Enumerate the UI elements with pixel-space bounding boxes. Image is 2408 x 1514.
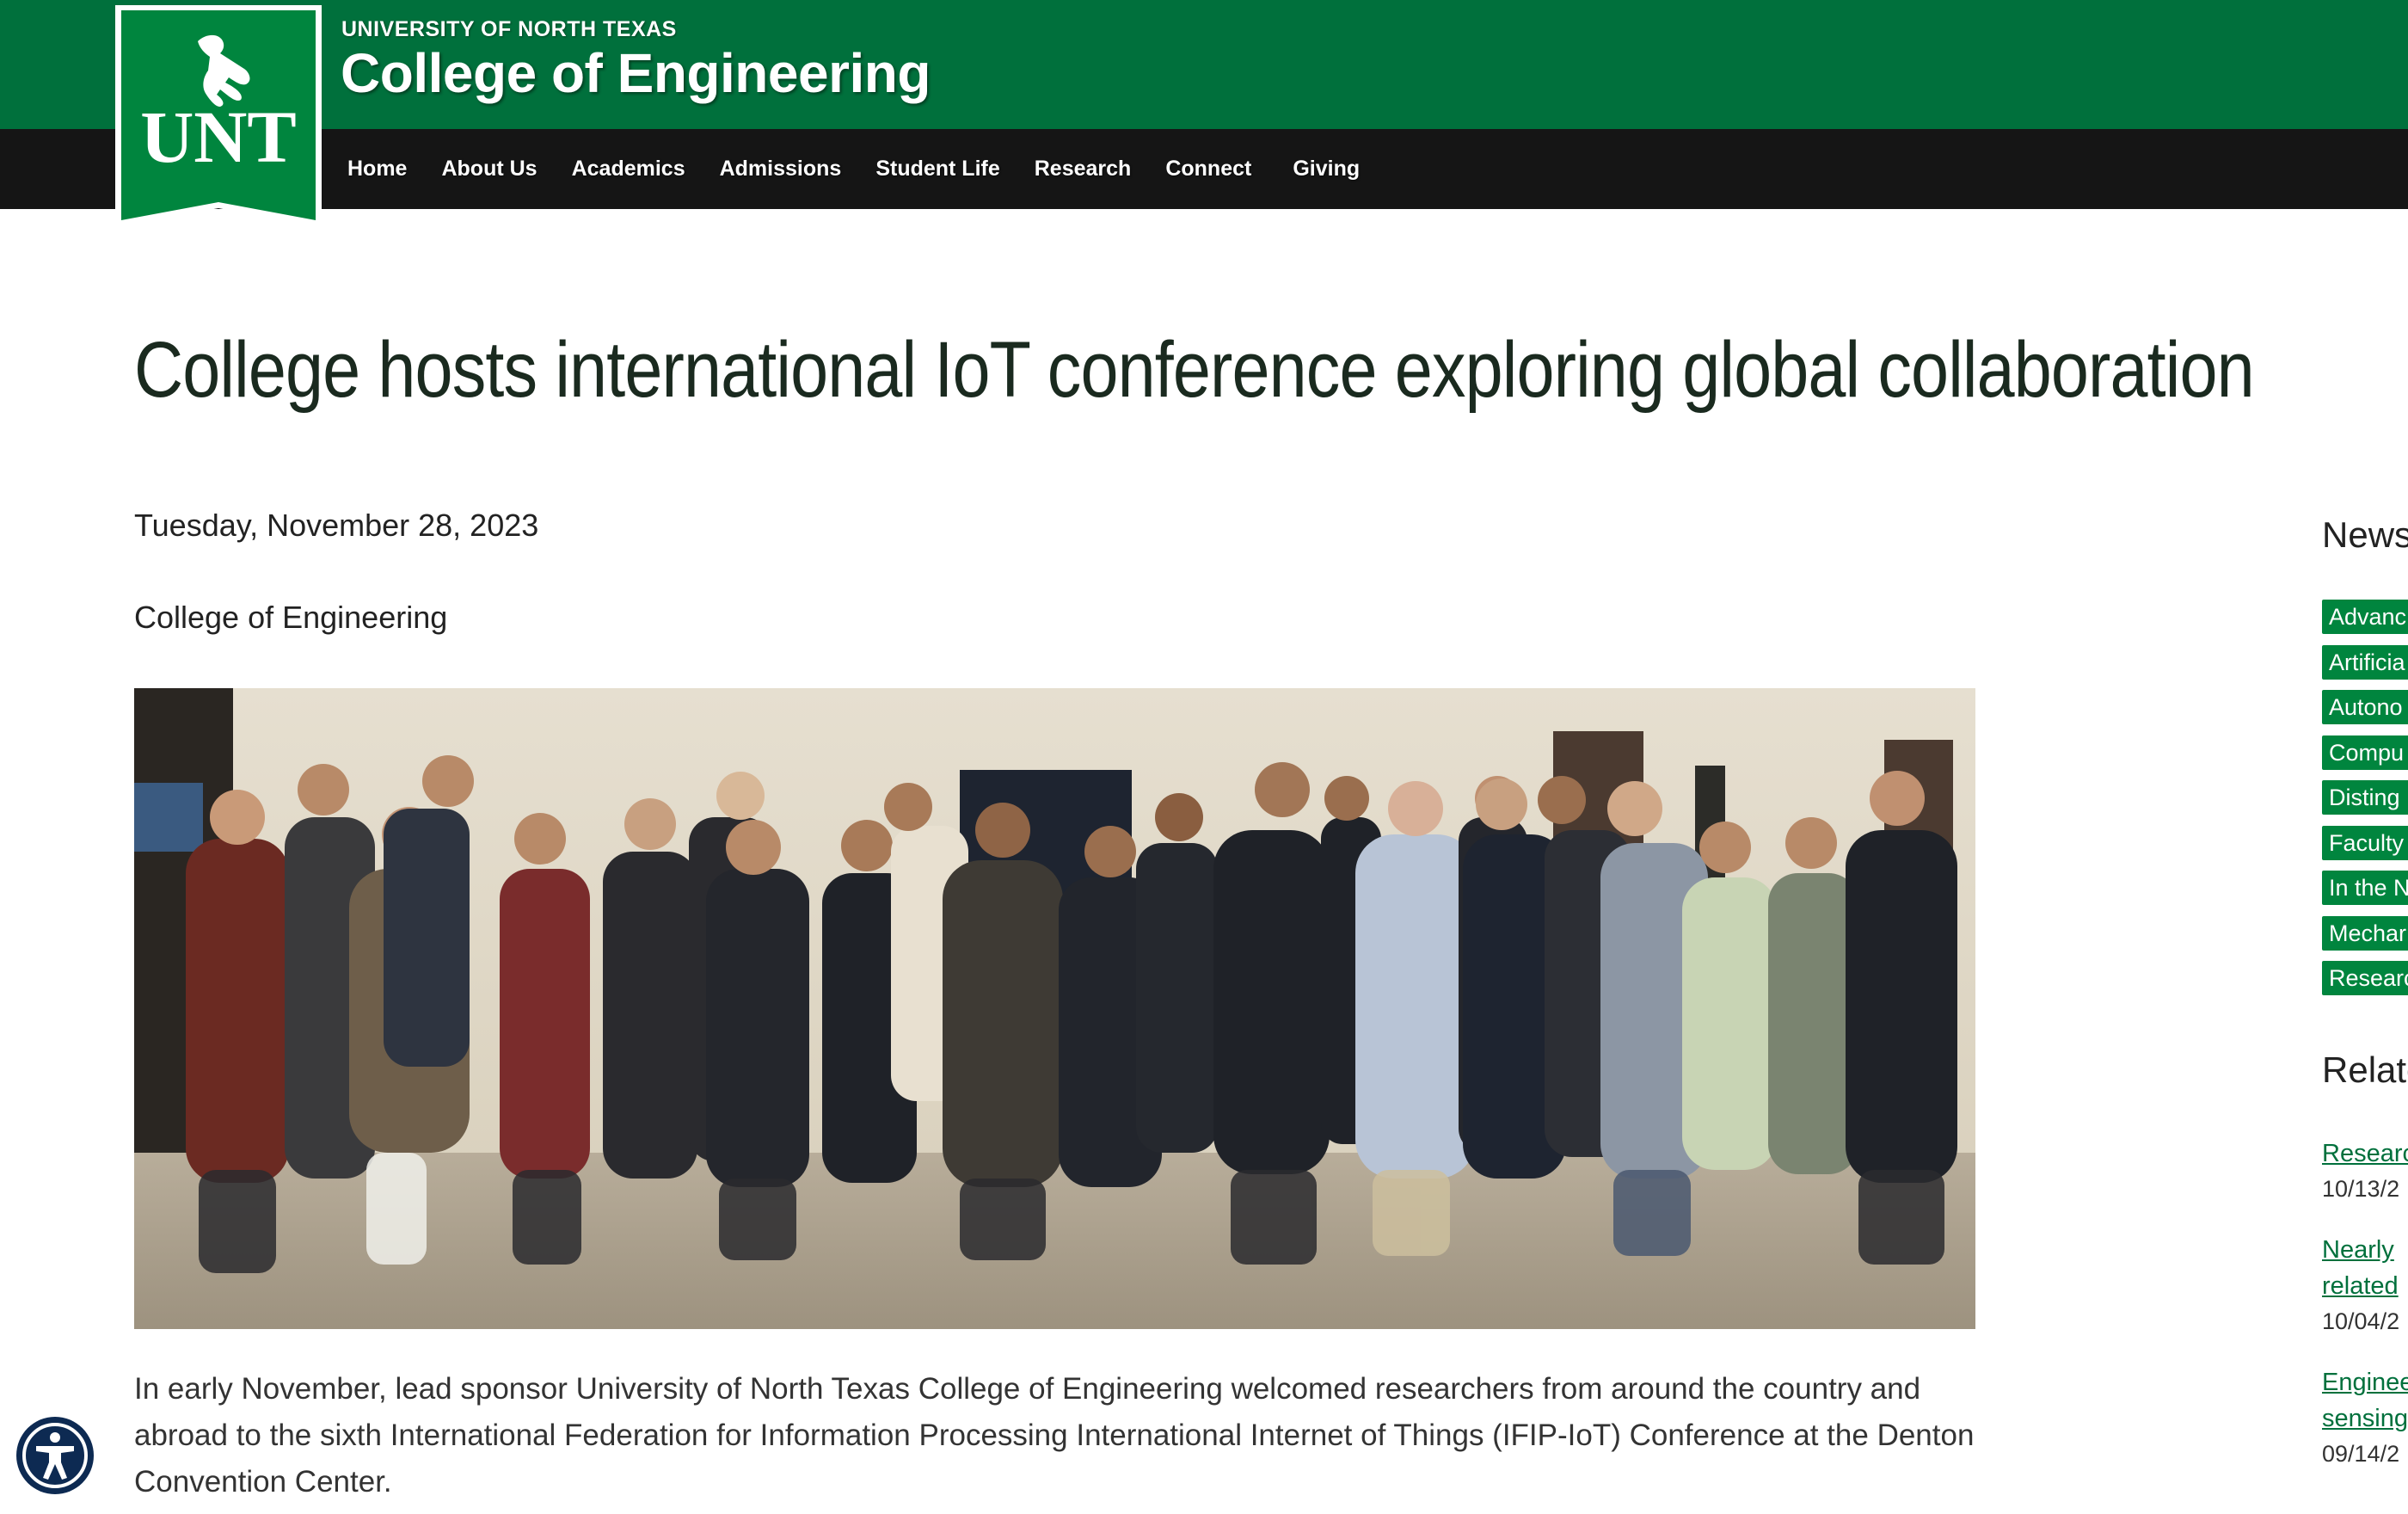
news-tag[interactable]: Faculty [2322,825,2408,860]
related-date: 10/13/2 [2322,1176,2400,1202]
related-date: 10/04/2 [2322,1308,2400,1334]
news-tag[interactable]: In the N [2322,871,2408,905]
sidebar-news-heading: News [2322,514,2408,555]
unt-logo[interactable]: UNT [115,5,322,239]
article-body: In early November, lead sponsor Universi… [134,1372,1975,1499]
news-tag[interactable]: Advanc [2322,600,2408,634]
sidebar-related-heading: Relate [2322,1049,2408,1090]
news-tag[interactable]: Mechar [2322,915,2408,951]
related-item: Researc 10/13/2 [2322,1136,2408,1206]
news-tag[interactable]: Disting [2322,780,2408,815]
related-link[interactable]: sensing [2322,1400,2408,1437]
main-nav: Home About Us Academics Admissions Stude… [330,129,1377,209]
university-name: UNIVERSITY OF NORTH TEXAS [341,17,677,41]
accessibility-icon [14,1414,96,1497]
college-name[interactable]: College of Engineering [341,41,931,105]
article-title: College hosts international IoT conferen… [134,326,2255,414]
nav-about-us[interactable]: About Us [424,157,554,182]
eagle-icon: UNT [115,5,322,227]
related-item: Nearly related 10/04/2 [2322,1232,2408,1339]
related-link[interactable]: Nearly [2322,1232,2408,1268]
related-link[interactable]: Enginee [2322,1364,2408,1400]
related-link[interactable]: related [2322,1268,2408,1304]
article-byline: College of Engineering [134,600,448,635]
nav-admissions[interactable]: Admissions [703,157,859,182]
related-list: Researc 10/13/2 Nearly related 10/04/2 E… [2322,1136,2408,1497]
news-tag[interactable]: Autono [2322,690,2408,724]
related-item: Enginee sensing 09/14/2 [2322,1364,2408,1471]
nav-research[interactable]: Research [1017,157,1149,182]
news-tag[interactable]: Artificia [2322,644,2408,680]
nav-home[interactable]: Home [330,157,424,182]
related-date: 09/14/2 [2322,1441,2400,1467]
nav-academics[interactable]: Academics [555,157,703,182]
nav-connect[interactable]: Connect [1148,157,1268,182]
logo-text: UNT [140,95,297,178]
conference-group-photo [134,688,1975,1329]
accessibility-button[interactable] [12,1412,98,1499]
news-tag[interactable]: Compu [2322,735,2408,770]
nav-student-life[interactable]: Student Life [858,157,1017,182]
related-link[interactable]: Researc [2322,1136,2408,1172]
article-date: Tuesday, November 28, 2023 [134,508,539,543]
nav-giving[interactable]: Giving [1275,157,1377,182]
news-tag[interactable]: Researc [2322,961,2408,995]
news-tag-list: Advanc Artificia Autono Compu Disting Fa… [2322,600,2408,1006]
